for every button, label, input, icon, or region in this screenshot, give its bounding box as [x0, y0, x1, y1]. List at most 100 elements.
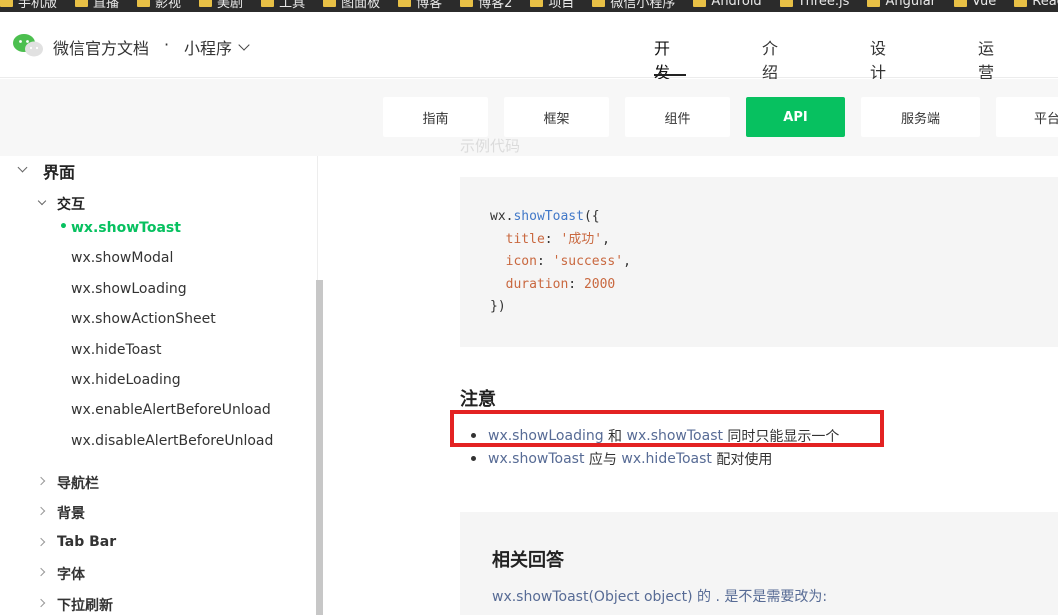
chevron-right-icon[interactable] — [36, 598, 46, 608]
folder-icon — [323, 0, 337, 7]
folder-icon — [0, 0, 13, 7]
bookmark-label: Android — [711, 0, 762, 9]
sub-nav: 指南 框架 组件 API 服务端 平台 — [0, 79, 1058, 156]
bookmark-item[interactable]: 博客 — [398, 0, 443, 11]
example-heading: 示例代码 — [460, 137, 521, 155]
bookmark-label: 博客2 — [478, 0, 513, 11]
bookmark-item[interactable]: 工具 — [261, 0, 306, 11]
bookmark-item[interactable]: 图面板 — [323, 0, 381, 11]
sidebar: 界面 交互 • wx.showToast wx.showModal wx.sho… — [0, 156, 318, 615]
brand-separator: · — [164, 35, 170, 54]
sidebar-section-ui[interactable]: 界面 — [43, 159, 75, 183]
caret-down-icon[interactable] — [37, 196, 47, 206]
folder-icon — [261, 0, 275, 7]
sidebar-item-showmodal[interactable]: wx.showModal — [71, 250, 173, 266]
folder-icon — [867, 0, 881, 7]
notice-text: 应与 — [584, 451, 622, 468]
chevron-right-icon[interactable] — [36, 506, 46, 516]
bookmark-label: 直播 — [93, 0, 120, 11]
related-answers-card: 相关回答 wx.showToast(Object object) 的 . 是不是… — [460, 512, 1058, 615]
bookmark-label: 美剧 — [217, 0, 244, 11]
sidebar-group-font[interactable]: 字体 — [57, 564, 85, 584]
brand-title[interactable]: 微信官方文档 — [53, 35, 149, 59]
caret-down-icon[interactable] — [17, 162, 28, 173]
nav-operate[interactable]: 运营 — [978, 35, 994, 83]
sidebar-scrollbar[interactable] — [316, 280, 323, 615]
sidebar-item-showtoast[interactable]: wx.showToast — [71, 220, 181, 236]
bookmark-label: React — [1032, 0, 1058, 9]
sidebar-item-hideloading[interactable]: wx.hideLoading — [71, 372, 181, 388]
chevron-right-icon[interactable] — [36, 567, 46, 577]
active-bullet-icon: • — [59, 219, 68, 235]
bookmark-label: Three.js — [797, 0, 850, 9]
tab-guide[interactable]: 指南 — [383, 97, 488, 137]
chevron-right-icon[interactable] — [36, 476, 46, 486]
folder-icon — [693, 0, 707, 7]
link-showtoast[interactable]: wx.showToast — [488, 451, 584, 467]
sidebar-item-enablealert[interactable]: wx.enableAlertBeforeUnload — [71, 402, 271, 418]
answer-link[interactable]: wx.showToast(Object object) 的 . 是不是需要改为: — [492, 586, 827, 606]
product-switcher[interactable]: 小程序 — [184, 35, 250, 59]
folder-icon — [75, 0, 89, 7]
sidebar-group-background[interactable]: 背景 — [57, 503, 85, 523]
folder-icon — [1014, 0, 1028, 7]
sidebar-item-hidetoast[interactable]: wx.hideToast — [71, 342, 162, 358]
chevron-right-icon[interactable] — [36, 537, 46, 547]
sidebar-item-disablealert[interactable]: wx.disableAlertBeforeUnload — [71, 433, 273, 449]
active-nav-underline — [654, 74, 686, 76]
bookmark-label: Vue — [972, 0, 997, 9]
bookmark-item[interactable]: Angular — [867, 0, 936, 10]
bookmark-item[interactable]: React — [1014, 0, 1058, 10]
sidebar-group-navbar[interactable]: 导航栏 — [57, 473, 99, 493]
code-block: wx.showToast({ title: '成功', icon: 'succe… — [460, 177, 1058, 347]
sidebar-group-tabbar[interactable]: Tab Bar — [57, 534, 116, 550]
code-sample: wx.showToast({ title: '成功', icon: 'succe… — [490, 209, 631, 314]
bookmark-item[interactable]: 项目 — [530, 0, 575, 11]
link-hidetoast[interactable]: wx.hideToast — [621, 451, 712, 467]
bookmark-label: 影视 — [155, 0, 182, 11]
product-label: 小程序 — [184, 39, 233, 58]
sidebar-group-interaction[interactable]: 交互 — [57, 194, 85, 214]
nav-intro[interactable]: 介绍 — [762, 35, 778, 83]
bookmark-label: 博客 — [416, 0, 443, 11]
wechat-logo-icon[interactable] — [12, 32, 44, 58]
bookmark-item[interactable]: 微信小程序 — [592, 0, 676, 11]
bookmark-item[interactable]: 影视 — [137, 0, 182, 11]
bookmark-item[interactable]: 美剧 — [199, 0, 244, 11]
red-highlight-annotation — [450, 410, 884, 447]
folder-icon — [137, 0, 151, 7]
site-header: 微信官方文档 · 小程序 开发 介绍 设计 运营 — [0, 12, 1058, 82]
bookmark-item[interactable]: 手机版 — [0, 0, 58, 11]
folder-icon — [954, 0, 967, 7]
tab-server[interactable]: 服务端 — [861, 97, 980, 137]
bookmark-item[interactable]: 博客2 — [460, 0, 513, 11]
sidebar-item-showactionsheet[interactable]: wx.showActionSheet — [71, 311, 216, 327]
bookmark-label: 手机版 — [18, 0, 58, 11]
tab-components[interactable]: 组件 — [625, 97, 730, 137]
bookmark-item[interactable]: Three.js — [779, 0, 850, 10]
bookmark-label: Angular — [885, 0, 936, 9]
bookmark-item[interactable]: Android — [693, 0, 762, 10]
bookmark-label: 图面板 — [341, 0, 381, 11]
notice-heading: 注意 — [460, 389, 496, 410]
folder-icon — [460, 0, 474, 7]
sidebar-group-pulldown[interactable]: 下拉刷新 — [57, 595, 113, 615]
bullet-icon — [471, 456, 476, 461]
tab-platform[interactable]: 平台 — [996, 97, 1058, 137]
bookmark-label: 工具 — [279, 0, 306, 11]
nav-design[interactable]: 设计 — [870, 35, 886, 83]
tab-api[interactable]: API — [746, 97, 845, 137]
bookmark-label: 微信小程序 — [610, 0, 676, 11]
chevron-down-icon — [238, 38, 250, 51]
bookmark-item[interactable]: 直播 — [75, 0, 120, 11]
list-item: wx.showToast 应与 wx.hideToast 配对使用 — [471, 447, 839, 470]
folder-icon — [592, 0, 606, 7]
bookmark-item[interactable]: Vue — [954, 0, 996, 10]
folder-icon — [398, 0, 412, 7]
folder-icon — [199, 0, 213, 7]
bookmark-label: 项目 — [548, 0, 575, 11]
sidebar-item-showloading[interactable]: wx.showLoading — [71, 281, 187, 297]
bookmarks-bar: 手机版 直播 影视 美剧 工具 图面板 博客 博客2 项目 微信小程序 Android Three.j… — [0, 0, 1058, 12]
tab-framework[interactable]: 框架 — [504, 97, 609, 137]
folder-icon — [530, 0, 544, 7]
